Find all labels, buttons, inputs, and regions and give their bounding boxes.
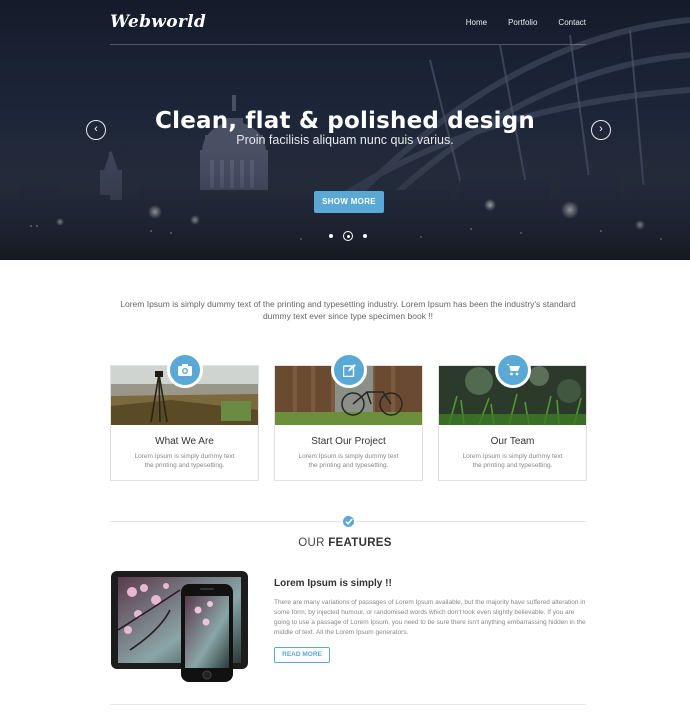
logo[interactable]: Webworld (110, 12, 206, 32)
slider-dot-2[interactable] (343, 231, 353, 241)
nav-divider (110, 44, 586, 45)
show-more-button[interactable]: SHOW MORE (314, 191, 384, 213)
features-title: OUR FEATURES (0, 537, 690, 549)
slider-dot-3[interactable] (363, 234, 367, 238)
nav-link-portfolio[interactable]: Portfolio (508, 18, 537, 27)
slider-prev-button[interactable]: ‹ (86, 120, 106, 140)
feature-body: There are many variations of passages of… (274, 599, 586, 636)
check-icon (341, 514, 356, 529)
feature-heading: Lorem Ipsum is simply !! (274, 578, 392, 589)
devices-image (110, 570, 255, 685)
card-start-our-project[interactable]: Start Our Project Lorem Ipsum is simply … (274, 352, 423, 481)
read-more-button[interactable]: READ MORE (274, 647, 330, 663)
features-title-light: OUR (298, 537, 325, 549)
camera-icon (167, 352, 203, 388)
cart-icon (495, 352, 531, 388)
slider-next-button[interactable]: › (591, 120, 611, 140)
card-text: Lorem Ipsum is simply dummy text the pri… (298, 453, 399, 469)
nav-link-home[interactable]: Home (466, 18, 487, 27)
card-our-team[interactable]: Our Team Lorem Ipsum is simply dummy tex… (438, 352, 587, 481)
chevron-right-icon: › (599, 123, 603, 135)
card-what-we-are[interactable]: What We Are Lorem Ipsum is simply dummy … (110, 352, 259, 481)
card-title: Our Team (490, 436, 535, 447)
chevron-left-icon: ‹ (94, 123, 98, 135)
edit-icon (331, 352, 367, 388)
nav-link-contact[interactable]: Contact (558, 18, 586, 27)
hero-slider: Webworld Home Portfolio Contact Clean, f… (0, 0, 690, 260)
card-text: Lorem Ipsum is simply dummy text the pri… (462, 453, 563, 469)
slider-pagination (327, 231, 371, 241)
card-title: What We Are (155, 436, 214, 447)
main-nav: Home Portfolio Contact (466, 18, 586, 27)
card-text: Lorem Ipsum is simply dummy text the pri… (134, 453, 235, 469)
bottom-divider (110, 704, 586, 705)
intro-text: Lorem Ipsum is simply dummy text of the … (120, 299, 576, 321)
card-title: Start Our Project (311, 436, 386, 447)
slider-dot-1[interactable] (329, 234, 333, 238)
features-title-bold: FEATURES (328, 537, 392, 549)
